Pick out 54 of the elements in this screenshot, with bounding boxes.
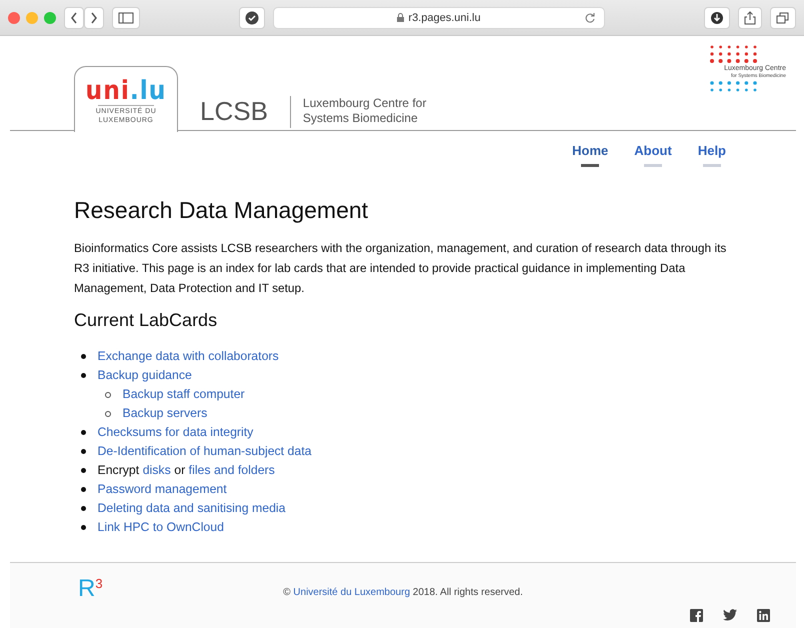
shield-button[interactable] bbox=[239, 6, 265, 28]
bullet-icon bbox=[81, 487, 86, 492]
centre-name: Luxembourg Centre for Systems Biomedicine bbox=[302, 96, 426, 126]
labcard-link[interactable]: Backup staff computer bbox=[122, 385, 245, 404]
share-icon bbox=[744, 10, 756, 24]
university-link[interactable]: Université du Luxembourg bbox=[293, 587, 410, 598]
labcard-link[interactable]: De-Identification of human-subject data bbox=[98, 442, 312, 461]
labcard-link[interactable]: Backup servers bbox=[122, 404, 208, 423]
page-title: Research Data Management bbox=[74, 197, 370, 224]
checkmark-icon bbox=[245, 10, 259, 24]
tabs-button[interactable] bbox=[770, 6, 796, 28]
labcard-link[interactable]: Deleting data and sanitising media bbox=[98, 499, 286, 518]
nav-tab[interactable]: Help bbox=[698, 143, 726, 167]
bullet-icon bbox=[81, 430, 86, 435]
share-button[interactable] bbox=[738, 6, 762, 28]
bullet-icon bbox=[81, 525, 86, 530]
list-text: or bbox=[174, 462, 186, 479]
bullet-icon bbox=[105, 392, 111, 398]
labcard-link[interactable]: Backup guidance bbox=[98, 366, 192, 385]
labcard-link[interactable]: Password management bbox=[98, 480, 227, 499]
forward-button[interactable] bbox=[84, 6, 104, 28]
chevron-right-icon bbox=[90, 12, 98, 24]
nav-tab[interactable]: Home bbox=[572, 143, 608, 167]
labcard-link[interactable]: Checksums for data integrity bbox=[98, 423, 254, 442]
download-button[interactable] bbox=[704, 6, 730, 28]
chevron-left-icon bbox=[70, 12, 78, 24]
bullet-icon bbox=[105, 410, 111, 416]
address-field[interactable]: r3.pages.uni.lu bbox=[273, 6, 605, 28]
bullet-icon bbox=[81, 373, 86, 378]
sidebar-button[interactable] bbox=[112, 6, 140, 28]
r3-logo: R$^{3}$ bbox=[78, 577, 103, 601]
bullet-icon bbox=[81, 449, 86, 454]
back-button[interactable] bbox=[64, 6, 84, 28]
bird-icon[interactable] bbox=[723, 609, 737, 621]
labcard-link[interactable]: disks bbox=[142, 461, 171, 480]
sidebar-icon bbox=[118, 12, 134, 24]
intro-paragraph: Bioinformatics Core assists LCSB researchers with the organization, management, and curation of research data through its R3 initiative. This page is an index for lab cards that are intended to provide practical guidance in implementing Data Management, Data Protection and IT setup. bbox=[74, 240, 728, 297]
section-title: Current LabCards bbox=[74, 310, 218, 331]
labcard-link[interactable]: Exchange data with collaborators bbox=[98, 347, 279, 366]
list-text: Encrypt bbox=[98, 462, 140, 479]
bullet-icon bbox=[81, 468, 86, 473]
lock-icon bbox=[397, 13, 404, 22]
bullet-icon bbox=[81, 506, 86, 511]
lcsb-title: LCSB bbox=[200, 96, 268, 126]
linkedin-icon[interactable] bbox=[757, 609, 770, 622]
nav-tab[interactable]: About bbox=[634, 143, 672, 167]
bullet-icon bbox=[81, 354, 86, 359]
tabs-icon bbox=[776, 12, 790, 24]
download-icon bbox=[710, 10, 724, 24]
reload-icon[interactable] bbox=[584, 12, 596, 24]
facebook-icon[interactable] bbox=[690, 609, 703, 622]
copyright-text: © Université du Luxembourg 2018. All rights reserved. bbox=[283, 587, 523, 598]
labcard-link[interactable]: Link HPC to OwnCloud bbox=[98, 518, 224, 537]
labcard-link[interactable]: files and folders bbox=[188, 461, 275, 480]
